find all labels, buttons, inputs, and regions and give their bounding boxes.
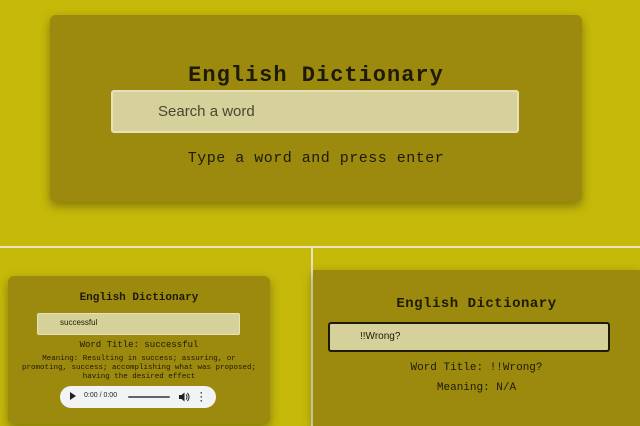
dictionary-card-empty: English Dictionary Search a word Type a … [50,15,582,202]
dictionary-card-success: English Dictionary successful Word Title… [8,276,270,424]
search-value: successful [60,318,98,327]
play-icon[interactable] [70,392,76,400]
audio-progress-bar[interactable] [128,396,170,398]
audio-player[interactable]: 0:00 / 0:00 · · · [60,386,216,408]
dictionary-card-error: English Dictionary !!Wrong? Word Title: … [313,270,640,426]
search-input[interactable]: Search a word [111,90,519,133]
audio-time: 0:00 / 0:00 [84,392,118,399]
word-title: Word Title: !!Wrong? [410,362,543,374]
search-value: !!Wrong? [360,331,401,342]
app-title: English Dictionary [396,296,557,312]
word-title: Word Title: successful [79,340,199,350]
search-input[interactable]: !!Wrong? [328,322,610,352]
word-meaning: Meaning: N/A [436,382,517,394]
search-input[interactable]: successful [37,313,240,335]
search-placeholder: Search a word [158,103,255,120]
app-title: English Dictionary [79,292,199,304]
volume-icon[interactable] [178,391,190,403]
app-title: English Dictionary [188,63,444,88]
more-options-icon[interactable]: · · · [200,389,203,406]
divider-horizontal [0,246,640,248]
word-meaning: Meaning: Resulting in success; assuring,… [21,355,257,381]
hint-text: Type a word and press enter [187,150,445,167]
